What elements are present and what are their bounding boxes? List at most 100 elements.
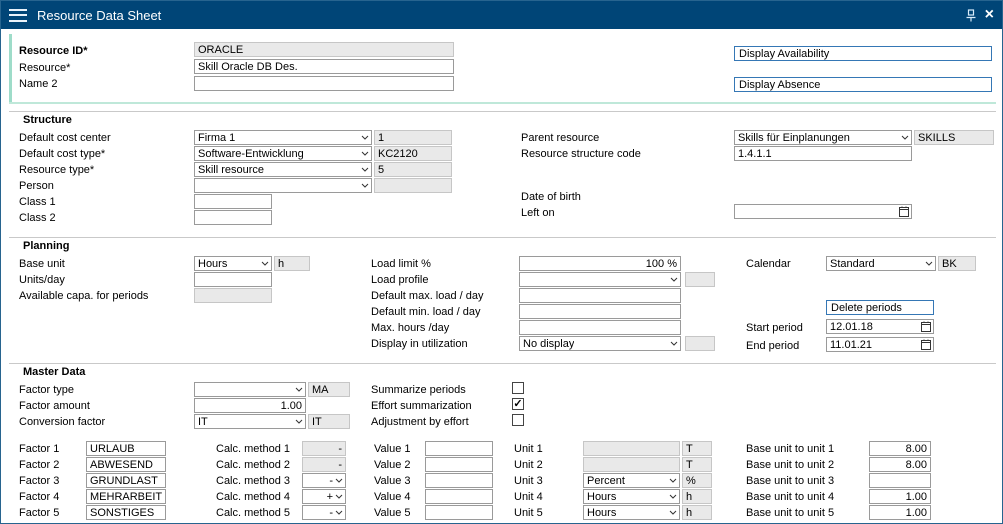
calendar-icon[interactable] [921, 321, 931, 332]
unit2-code [682, 457, 712, 472]
display-utilization-select[interactable]: No display [519, 336, 681, 351]
units-day-label: Units/day [19, 274, 65, 286]
start-period-date-field[interactable]: 12.01.18 [826, 319, 934, 334]
parent-resource-value: Skills für Einplanungen [738, 132, 850, 144]
person-label: Person [19, 180, 54, 192]
close-icon[interactable]: × [985, 7, 994, 23]
factor3-field[interactable] [86, 473, 166, 488]
calendar-value: Standard [830, 258, 875, 270]
factor3-label: Factor 3 [19, 475, 59, 487]
summarize-periods-checkbox[interactable] [512, 382, 524, 394]
person-select[interactable] [194, 178, 372, 193]
calendar-icon[interactable] [899, 206, 909, 217]
load-profile-select[interactable] [519, 272, 681, 287]
base-unit-to-unit5-field[interactable] [869, 505, 931, 520]
unit1-label: Unit 1 [514, 443, 543, 455]
display-availability-button[interactable]: Display Availability [734, 46, 992, 61]
resource-structure-code-field[interactable] [734, 146, 912, 161]
max-hours-day-field[interactable] [519, 320, 681, 335]
value2-field[interactable] [425, 457, 493, 472]
class1-label: Class 1 [19, 196, 56, 208]
parent-resource-select[interactable]: Skills für Einplanungen [734, 130, 912, 145]
resource-type-select[interactable]: Skill resource [194, 162, 372, 177]
base-unit-label: Base unit [19, 258, 65, 270]
window-title: Resource Data Sheet [37, 8, 161, 23]
delete-periods-button[interactable]: Delete periods [826, 300, 934, 315]
class2-field[interactable] [194, 210, 272, 225]
unit4-select[interactable]: Hours [583, 489, 680, 504]
unit4-code [682, 489, 712, 504]
load-limit-field[interactable] [519, 256, 681, 271]
default-cost-center-label: Default cost center [19, 132, 111, 144]
default-cost-type-select[interactable]: Software-Entwicklung [194, 146, 372, 161]
left-on-label: Left on [521, 207, 555, 219]
chevron-down-icon [295, 419, 303, 424]
name2-field[interactable] [194, 76, 454, 91]
resource-name-field[interactable] [194, 59, 454, 74]
conversion-factor-label: Conversion factor [19, 416, 105, 428]
resource-label: Resource* [19, 62, 70, 74]
units-day-field[interactable] [194, 272, 272, 287]
factor4-field[interactable] [86, 489, 166, 504]
value1-field[interactable] [425, 441, 493, 456]
start-period-label: Start period [746, 322, 803, 334]
factor2-label: Factor 2 [19, 459, 59, 471]
calendar-select[interactable]: Standard [826, 256, 936, 271]
end-period-date-field[interactable]: 11.01.21 [826, 337, 934, 352]
default-cost-center-select[interactable]: Firma 1 [194, 130, 372, 145]
value5-label: Value 5 [374, 507, 411, 519]
person-code [374, 178, 452, 193]
pin-icon[interactable] [965, 9, 977, 22]
chevron-down-icon [361, 183, 369, 188]
display-absence-button[interactable]: Display Absence [734, 77, 992, 92]
default-min-load-field[interactable] [519, 304, 681, 319]
structure-section-divider [9, 111, 996, 112]
planning-section-title: Planning [23, 240, 69, 252]
calendar-icon[interactable] [921, 339, 931, 350]
planning-section-divider [9, 237, 996, 238]
base-unit-to-unit1-field[interactable] [869, 441, 931, 456]
start-period-value: 12.01.18 [830, 321, 873, 333]
calc-method3-value: - [306, 475, 335, 487]
calc-method2-label: Calc. method 2 [216, 459, 290, 471]
base-unit-to-unit4-field[interactable] [869, 489, 931, 504]
value3-field[interactable] [425, 473, 493, 488]
factor-amount-field[interactable] [194, 398, 306, 413]
conversion-factor-select[interactable]: IT [194, 414, 306, 429]
factor5-field[interactable] [86, 505, 166, 520]
factor2-field[interactable] [86, 457, 166, 472]
unit5-code [682, 505, 712, 520]
default-max-load-field[interactable] [519, 288, 681, 303]
base-unit-to-unit3-field[interactable] [869, 473, 931, 488]
base-unit-to-unit1-label: Base unit to unit 1 [746, 443, 834, 455]
resource-id-label: Resource ID* [19, 45, 87, 57]
factor1-field[interactable] [86, 441, 166, 456]
unit3-select[interactable]: Percent [583, 473, 680, 488]
factor-type-label: Factor type [19, 384, 74, 396]
display-utilization-label: Display in utilization [371, 338, 468, 350]
value4-field[interactable] [425, 489, 493, 504]
effort-summarization-checkbox[interactable] [512, 398, 524, 410]
conversion-factor-value: IT [198, 416, 208, 428]
calc-method4-select[interactable]: + [302, 489, 346, 504]
calc-method5-select[interactable]: - [302, 505, 346, 520]
unit3-code [682, 473, 712, 488]
class1-field[interactable] [194, 194, 272, 209]
left-on-date-field[interactable] [734, 204, 912, 219]
factor-type-select[interactable] [194, 382, 306, 397]
adjustment-by-effort-label: Adjustment by effort [371, 416, 469, 428]
chevron-down-icon [335, 494, 343, 499]
menu-icon[interactable] [9, 9, 27, 22]
adjustment-by-effort-checkbox[interactable] [512, 414, 524, 426]
unit5-select[interactable]: Hours [583, 505, 680, 520]
base-unit-select[interactable]: Hours [194, 256, 272, 271]
base-unit-to-unit2-field[interactable] [869, 457, 931, 472]
value5-field[interactable] [425, 505, 493, 520]
calc-method3-select[interactable]: - [302, 473, 346, 488]
calendar-code [938, 256, 976, 271]
unit5-value: Hours [587, 507, 616, 519]
value3-label: Value 3 [374, 475, 411, 487]
resource-type-code [374, 162, 452, 177]
chevron-down-icon [361, 135, 369, 140]
factor-type-code [308, 382, 350, 397]
